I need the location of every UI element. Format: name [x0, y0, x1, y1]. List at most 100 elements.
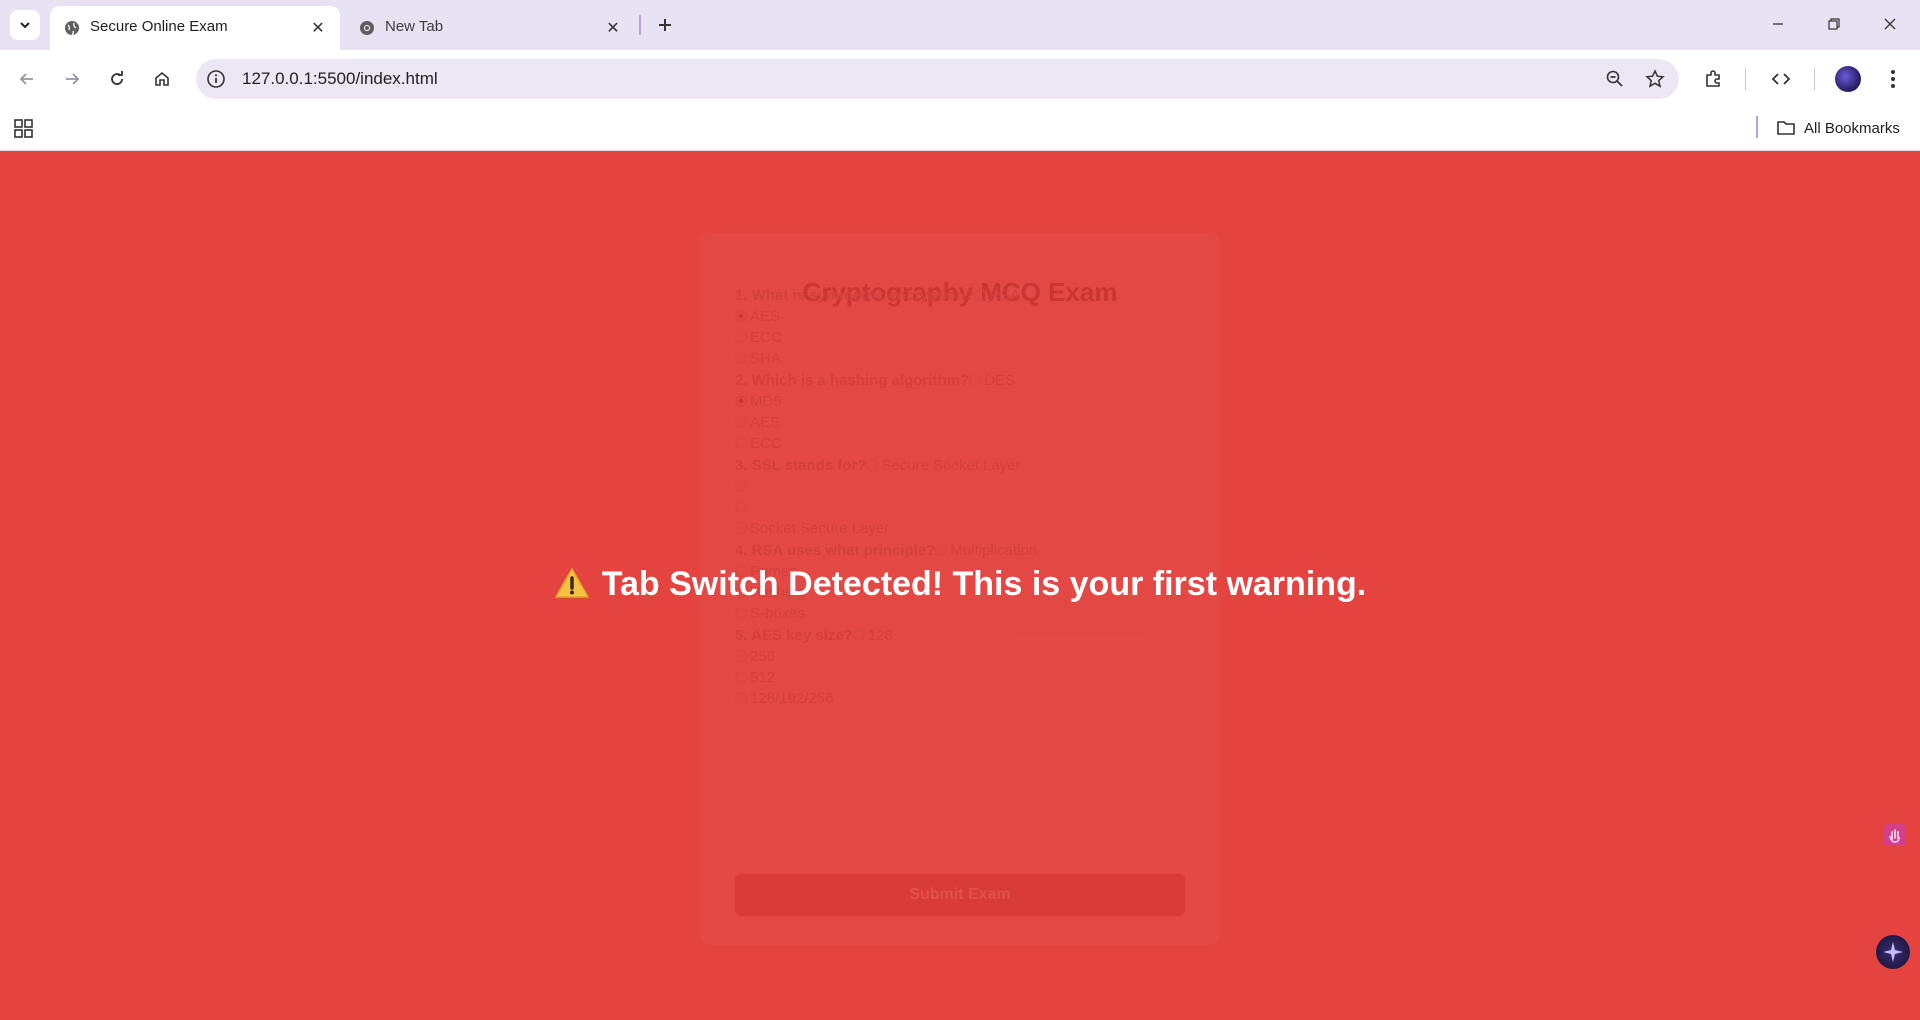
option-label[interactable]: Socket Secure Layer	[750, 520, 889, 537]
option-radio[interactable]	[974, 289, 987, 301]
option-label[interactable]: S-boxes	[750, 605, 805, 622]
puzzle-icon	[1706, 70, 1720, 87]
tab-new-tab[interactable]: New Tab ✕	[345, 6, 635, 50]
close-window-button[interactable]	[1862, 0, 1918, 48]
question-block: 1. What is symmetric encryption? RSA AES EC…	[735, 285, 1235, 369]
arrow-right-icon	[66, 73, 80, 85]
tab-search-button[interactable]	[10, 10, 40, 40]
close-tab-icon[interactable]: ✕	[308, 18, 328, 38]
tab-separator	[639, 15, 641, 35]
question-block: 2. Which is a hashing algorithm? DES MD5 AE…	[735, 370, 1235, 454]
option-radio[interactable]	[852, 629, 865, 641]
bookmark-star-icon[interactable]	[1645, 69, 1665, 89]
question-block: 3. SSL stands for? Secure Socket Layer Soc…	[735, 455, 1235, 539]
option-radio[interactable]	[735, 671, 747, 683]
option-radio[interactable]	[735, 331, 747, 343]
code-icon	[1771, 73, 1791, 85]
bookmarks-divider	[1756, 116, 1758, 138]
apps-grid-icon[interactable]	[12, 116, 36, 140]
reload-button[interactable]	[102, 64, 132, 94]
arrow-left-icon	[19, 73, 33, 85]
option-radio[interactable]	[735, 480, 747, 492]
option-radio[interactable]	[735, 650, 747, 662]
tab-secure-online-exam[interactable]: Secure Online Exam ✕	[50, 6, 340, 50]
profile-avatar[interactable]	[1835, 66, 1861, 92]
tab-title: New Tab	[385, 18, 444, 35]
question-text: 4. RSA uses what principle?	[735, 542, 936, 559]
option-radio[interactable]	[735, 395, 747, 407]
option-label[interactable]: DES	[984, 372, 1015, 389]
question-text: 3. SSL stands for?	[735, 457, 867, 474]
question-block: 5. AES key size? 128 256 512 128/192/256	[735, 625, 1235, 709]
option-label[interactable]: 128/192/256	[750, 690, 833, 707]
browser-menu-button[interactable]	[1878, 64, 1908, 94]
zoom-out-icon[interactable]	[1605, 69, 1625, 89]
submit-exam-button[interactable]: Submit Exam	[735, 874, 1185, 916]
option-label[interactable]: Secure Socket Layer	[881, 457, 1020, 474]
option-radio[interactable]	[969, 374, 982, 386]
devtools-button[interactable]	[1766, 64, 1796, 94]
option-radio[interactable]	[866, 459, 879, 471]
option-radio[interactable]	[735, 437, 747, 449]
close-tab-icon[interactable]: ✕	[603, 18, 623, 38]
toolbar-divider	[1745, 68, 1746, 90]
back-button[interactable]	[12, 64, 42, 94]
option-radio[interactable]	[735, 692, 747, 704]
browser-tabstrip: Secure Online Exam ✕ New Tab ✕	[0, 0, 1920, 50]
option-radio[interactable]	[735, 607, 747, 619]
page-viewport: Cryptography MCQ Exam 1. What is symmetr…	[0, 151, 1920, 1020]
plus-icon	[659, 19, 671, 31]
option-label[interactable]: MD5	[750, 393, 782, 410]
close-icon	[1884, 18, 1896, 30]
chevron-down-icon	[20, 22, 30, 29]
question-text: 2. Which is a hashing algorithm?	[735, 372, 970, 389]
address-bar[interactable]: 127.0.0.1:5500/index.html	[196, 59, 1679, 99]
home-icon	[155, 71, 169, 86]
option-label[interactable]: SHA	[750, 350, 781, 367]
option-radio[interactable]	[735, 501, 747, 513]
option-radio[interactable]	[735, 352, 747, 364]
option-label[interactable]: RSA	[989, 287, 1020, 304]
minimize-button[interactable]	[1750, 0, 1806, 48]
reload-icon	[111, 71, 123, 85]
tab-title: Secure Online Exam	[90, 18, 228, 35]
question-text: 5. AES key size?	[735, 627, 853, 644]
ai-assistant-button[interactable]	[1876, 935, 1910, 969]
side-extension-widget[interactable]	[1884, 824, 1906, 846]
option-label[interactable]: AES	[750, 308, 780, 325]
globe-icon	[65, 21, 79, 36]
option-label[interactable]: 256	[750, 648, 775, 665]
option-radio[interactable]	[935, 544, 948, 556]
option-label[interactable]: Multiplication	[950, 542, 1037, 559]
new-tab-button[interactable]	[650, 10, 680, 40]
url-text: 127.0.0.1:5500/index.html	[242, 69, 438, 88]
info-icon[interactable]	[206, 69, 226, 89]
warning-message: Tab Switch Detected! This is your first …	[601, 565, 1367, 603]
minimize-icon	[1773, 23, 1783, 25]
chrome-icon	[360, 21, 374, 35]
hand-icon	[1889, 829, 1900, 843]
all-bookmarks-label: All Bookmarks	[1804, 119, 1900, 137]
option-label[interactable]: ECC	[750, 329, 782, 346]
browser-toolbar: 127.0.0.1:5500/index.html	[0, 50, 1920, 108]
warning-triangle-icon	[555, 568, 589, 598]
option-radio[interactable]	[735, 416, 747, 428]
sparkle-icon	[1883, 942, 1903, 962]
folder-icon	[1777, 121, 1795, 135]
option-label[interactable]: AES	[750, 414, 780, 431]
all-bookmarks-button[interactable]: All Bookmarks	[1776, 116, 1900, 140]
option-label[interactable]: ECC	[750, 435, 782, 452]
home-button[interactable]	[147, 64, 177, 94]
bookmarks-bar: All Bookmarks	[0, 108, 1920, 151]
option-label[interactable]: 128	[868, 627, 893, 644]
extensions-button[interactable]	[1698, 64, 1728, 94]
restore-button[interactable]	[1806, 0, 1862, 48]
forward-button[interactable]	[57, 64, 87, 94]
question-text: 1. What is symmetric encryption?	[735, 287, 975, 304]
option-radio[interactable]	[735, 522, 747, 534]
tab-switch-warning: Tab Switch Detected! This is your first …	[0, 565, 1920, 604]
toolbar-divider	[1814, 68, 1815, 90]
option-label[interactable]: 512	[750, 669, 775, 686]
option-radio[interactable]	[735, 310, 747, 322]
restore-icon	[1828, 18, 1840, 30]
